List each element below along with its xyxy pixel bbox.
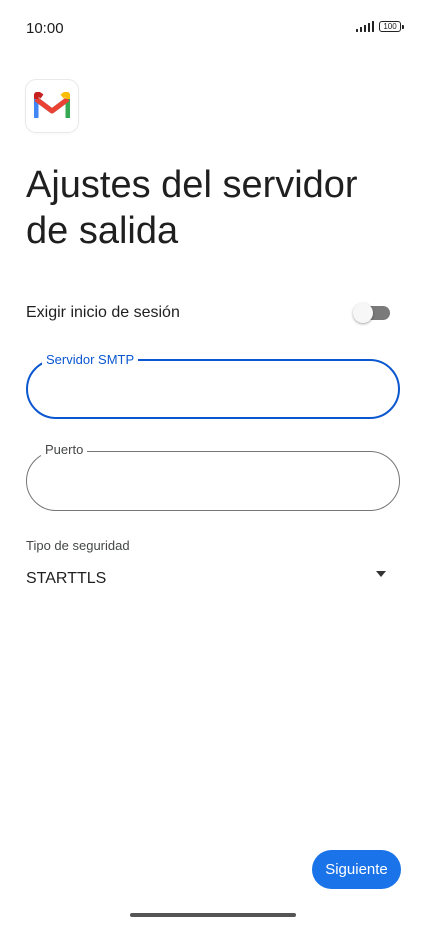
battery-level: 100	[383, 21, 397, 31]
smtp-server-input[interactable]	[46, 379, 380, 403]
status-bar: 10:00 100	[0, 0, 427, 58]
security-type-label: Tipo de seguridad	[26, 538, 130, 553]
security-type-dropdown[interactable]: STARTTLS	[26, 562, 392, 596]
gmail-logo-icon	[26, 80, 78, 132]
toggle-knob	[353, 303, 373, 323]
status-time: 10:00	[26, 20, 64, 37]
smtp-server-label: Servidor SMTP	[42, 352, 139, 368]
next-button[interactable]: Siguiente	[312, 850, 401, 889]
smtp-server-field[interactable]: Servidor SMTP	[26, 352, 400, 419]
signal-icon	[355, 21, 374, 32]
require-login-toggle[interactable]	[353, 303, 390, 323]
dropdown-arrow-icon	[376, 571, 386, 577]
battery-icon: 100	[379, 21, 404, 32]
port-field[interactable]: Puerto	[26, 442, 400, 511]
require-login-label: Exigir inicio de sesión	[26, 304, 180, 321]
security-type-value: STARTTLS	[26, 570, 107, 587]
port-input[interactable]	[45, 470, 381, 494]
port-label: Puerto	[41, 442, 88, 458]
require-login-row: Exigir inicio de sesión	[26, 296, 392, 330]
page-title: Ajustes del servidor de salida	[26, 164, 358, 252]
home-indicator[interactable]	[130, 913, 296, 917]
status-icons: 100	[355, 21, 404, 32]
